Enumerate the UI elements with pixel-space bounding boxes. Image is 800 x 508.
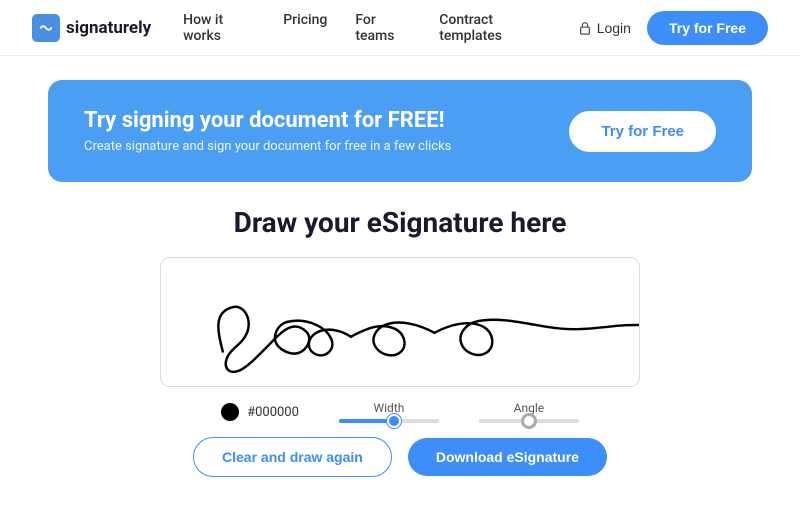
- angle-thumb[interactable]: [522, 414, 536, 428]
- logo-icon: [32, 14, 60, 42]
- width-slider[interactable]: [339, 419, 439, 423]
- nav-right: Login Try for Free: [578, 11, 768, 45]
- signature-drawing: [161, 258, 639, 386]
- banner-heading: Try signing your document for FREE!: [84, 108, 451, 133]
- color-control[interactable]: #000000: [221, 403, 299, 421]
- angle-slider[interactable]: [479, 419, 579, 423]
- logo-text: signaturely: [66, 18, 151, 38]
- nav-links: How it works Pricing For teams Contract …: [183, 12, 546, 44]
- download-button[interactable]: Download eSignature: [408, 438, 607, 476]
- width-label: Width: [373, 401, 404, 415]
- width-slider-group: Width: [339, 401, 439, 423]
- lock-icon: [578, 21, 592, 35]
- banner-cta-button[interactable]: Try for Free: [569, 111, 716, 152]
- color-swatch[interactable]: [221, 403, 239, 421]
- nav-pricing[interactable]: Pricing: [283, 12, 327, 44]
- signature-canvas[interactable]: [160, 257, 640, 387]
- main-content: Draw your eSignature here #000000 Width …: [0, 206, 800, 477]
- promo-banner: Try signing your document for FREE! Crea…: [48, 80, 752, 182]
- angle-label: Angle: [514, 401, 544, 415]
- banner-subtext: Create signature and sign your document …: [84, 139, 451, 154]
- nav-for-teams[interactable]: For teams: [355, 12, 411, 44]
- login-label: Login: [597, 20, 631, 36]
- signature-controls: #000000 Width Angle: [160, 401, 640, 423]
- navbar: signaturely How it works Pricing For tea…: [0, 0, 800, 56]
- width-thumb[interactable]: [387, 414, 401, 428]
- logo[interactable]: signaturely: [32, 14, 151, 42]
- try-free-nav-button[interactable]: Try for Free: [647, 11, 768, 45]
- login-button[interactable]: Login: [578, 20, 631, 36]
- angle-slider-group: Angle: [479, 401, 579, 423]
- nav-contract-templates[interactable]: Contract templates: [439, 12, 545, 44]
- nav-how-it-works[interactable]: How it works: [183, 12, 255, 44]
- clear-button[interactable]: Clear and draw again: [193, 437, 392, 477]
- banner-text: Try signing your document for FREE! Crea…: [84, 108, 451, 154]
- action-buttons: Clear and draw again Download eSignature: [48, 437, 752, 477]
- page-title: Draw your eSignature here: [48, 206, 752, 239]
- color-value: #000000: [247, 405, 299, 420]
- width-fill: [339, 419, 394, 423]
